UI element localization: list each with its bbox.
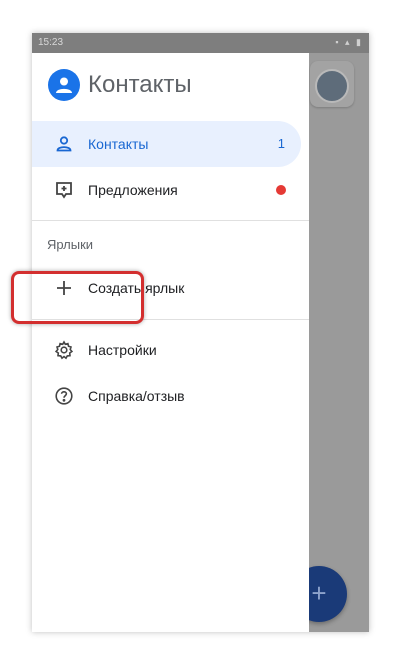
account-avatar[interactable]	[315, 69, 349, 103]
drawer-header: Контакты	[48, 67, 298, 101]
nav-item-label: Настройки	[88, 342, 157, 358]
nav-item-suggestions[interactable]: Предложения	[32, 167, 301, 213]
gear-icon	[54, 340, 74, 360]
navigation-drawer: Контакты Контакты 1 Предложения Ярлыки С…	[32, 53, 309, 632]
phone-screen: 15:23 ▪ ▴ ▮ + Контакты Контакты 1 Предло…	[32, 33, 369, 632]
app-title: Контакты	[88, 71, 192, 98]
contacts-count: 1	[277, 136, 285, 151]
labels-section-title: Ярлыки	[47, 237, 94, 252]
status-bar: 15:23 ▪ ▴ ▮	[32, 33, 369, 53]
person-icon	[54, 134, 74, 154]
help-icon	[54, 386, 74, 406]
nav-item-settings[interactable]: Настройки	[32, 327, 301, 373]
nav-item-label: Контакты	[88, 136, 149, 152]
nav-item-label: Справка/отзыв	[88, 388, 185, 404]
nav-item-label: Предложения	[88, 182, 178, 198]
status-icons: ▪ ▴ ▮	[335, 37, 363, 47]
status-time: 15:23	[38, 37, 64, 48]
suggestions-icon	[54, 180, 74, 200]
nav-item-help[interactable]: Справка/отзыв	[32, 373, 301, 419]
divider	[32, 220, 309, 221]
notification-badge	[276, 185, 286, 195]
contacts-logo-icon	[48, 69, 80, 101]
nav-item-contacts[interactable]: Контакты 1	[32, 121, 301, 167]
settings-highlight-frame	[11, 271, 144, 324]
